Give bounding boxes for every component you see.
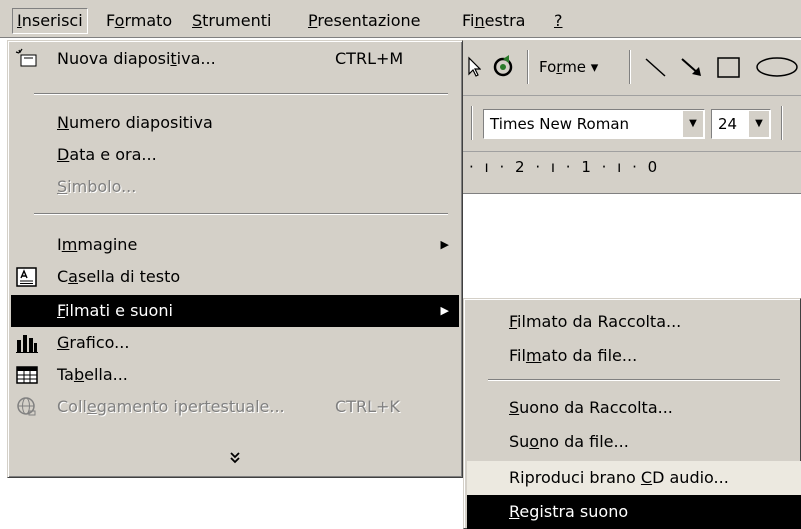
menu-finestra[interactable]: Finestra (458, 8, 529, 34)
select-arrow-icon[interactable] (467, 56, 482, 82)
expand-menu-chevron-icon[interactable] (8, 451, 462, 471)
submenu-arrow-icon: ▶ (440, 304, 449, 317)
oval-tool-icon[interactable] (753, 54, 801, 84)
shapes-menu-button[interactable]: Forme ▾ (539, 54, 598, 80)
submenu-item-filmato-da-raccolta[interactable]: Filmato da Raccolta... (467, 305, 801, 339)
hyperlink-globe-icon (15, 396, 39, 418)
menu-item-data-e-ora[interactable]: Data e ora... (11, 139, 459, 171)
menu-item-nuova-diapositiva[interactable]: Nuova diapositiva... CTRL+M (11, 43, 459, 75)
menu-item-tabella[interactable]: Tabella... (11, 359, 459, 391)
font-dropdown-arrow-icon[interactable]: ▼ (683, 111, 703, 137)
ruler-scale: · ı · 2 · ı · 1 · ı · 0 (469, 158, 661, 176)
font-name-select[interactable]: Times New Roman ▼ (483, 109, 705, 139)
menu-separator (34, 93, 448, 95)
table-icon (15, 364, 39, 386)
menu-inserisci[interactable]: Inserisci (12, 8, 88, 34)
menu-item-collegamento-ipertestuale: Collegamento ipertestuale... CTRL+K (11, 391, 459, 423)
toolbar-separator (527, 50, 529, 84)
movies-sounds-submenu: Filmato da Raccolta... Filmato da file..… (463, 298, 801, 529)
rectangle-tool-icon[interactable] (715, 54, 743, 84)
menu-item-simbolo: Simbolo... (57, 177, 137, 196)
menu-item-numero-diapositiva[interactable]: Numero diapositiva (11, 107, 459, 139)
submenu-item-filmato-da-file[interactable]: Filmato da file... (467, 339, 801, 373)
formatting-toolbar: Times New Roman ▼ 24 ▼ (463, 96, 801, 152)
text-box-icon (15, 266, 39, 288)
submenu-item-riproduci-brano-cd[interactable]: Riproduci brano CD audio... (467, 461, 801, 495)
menu-bar: Inserisci Formato Strumenti Presentazion… (0, 0, 801, 38)
toolbar-grip (471, 106, 473, 140)
menu-strumenti[interactable]: Strumenti (188, 8, 275, 34)
toolbar-separator (629, 50, 631, 84)
menu-separator (488, 379, 780, 381)
menu-separator (34, 213, 448, 215)
submenu-item-registra-suono[interactable]: Registra suono (467, 495, 801, 529)
submenu-item-suono-da-raccolta[interactable]: Suono da Raccolta... (467, 391, 801, 425)
menu-item-casella-di-testo[interactable]: Casella di testo (11, 261, 459, 293)
arrow-tool-icon[interactable] (679, 54, 705, 84)
toolbar-separator (781, 106, 783, 140)
drawing-toolbar: Forme ▾ (463, 40, 801, 96)
font-size-select[interactable]: 24 ▼ (711, 109, 771, 139)
free-rotate-icon[interactable] (489, 52, 517, 84)
submenu-item-suono-da-file[interactable]: Suono da file... (467, 425, 801, 459)
insert-menu: Nuova diapositiva... CTRL+M Numero diapo… (7, 40, 463, 478)
menu-item-grafico[interactable]: Grafico... (11, 327, 459, 359)
menu-formato[interactable]: Formato (102, 8, 176, 34)
chart-icon (15, 332, 39, 354)
new-slide-icon (15, 48, 39, 70)
menu-item-immagine[interactable]: Immagine ▶ (11, 229, 459, 261)
submenu-arrow-icon: ▶ (440, 238, 449, 251)
menu-item-filmati-e-suoni[interactable]: Filmati e suoni ▶ (11, 295, 459, 327)
line-tool-icon[interactable] (643, 54, 669, 84)
size-dropdown-arrow-icon[interactable]: ▼ (749, 111, 769, 137)
menu-help[interactable]: ? (550, 8, 567, 34)
menu-presentazione[interactable]: Presentazione (304, 8, 424, 34)
horizontal-ruler: · ı · 2 · ı · 1 · ı · 0 (463, 152, 801, 194)
